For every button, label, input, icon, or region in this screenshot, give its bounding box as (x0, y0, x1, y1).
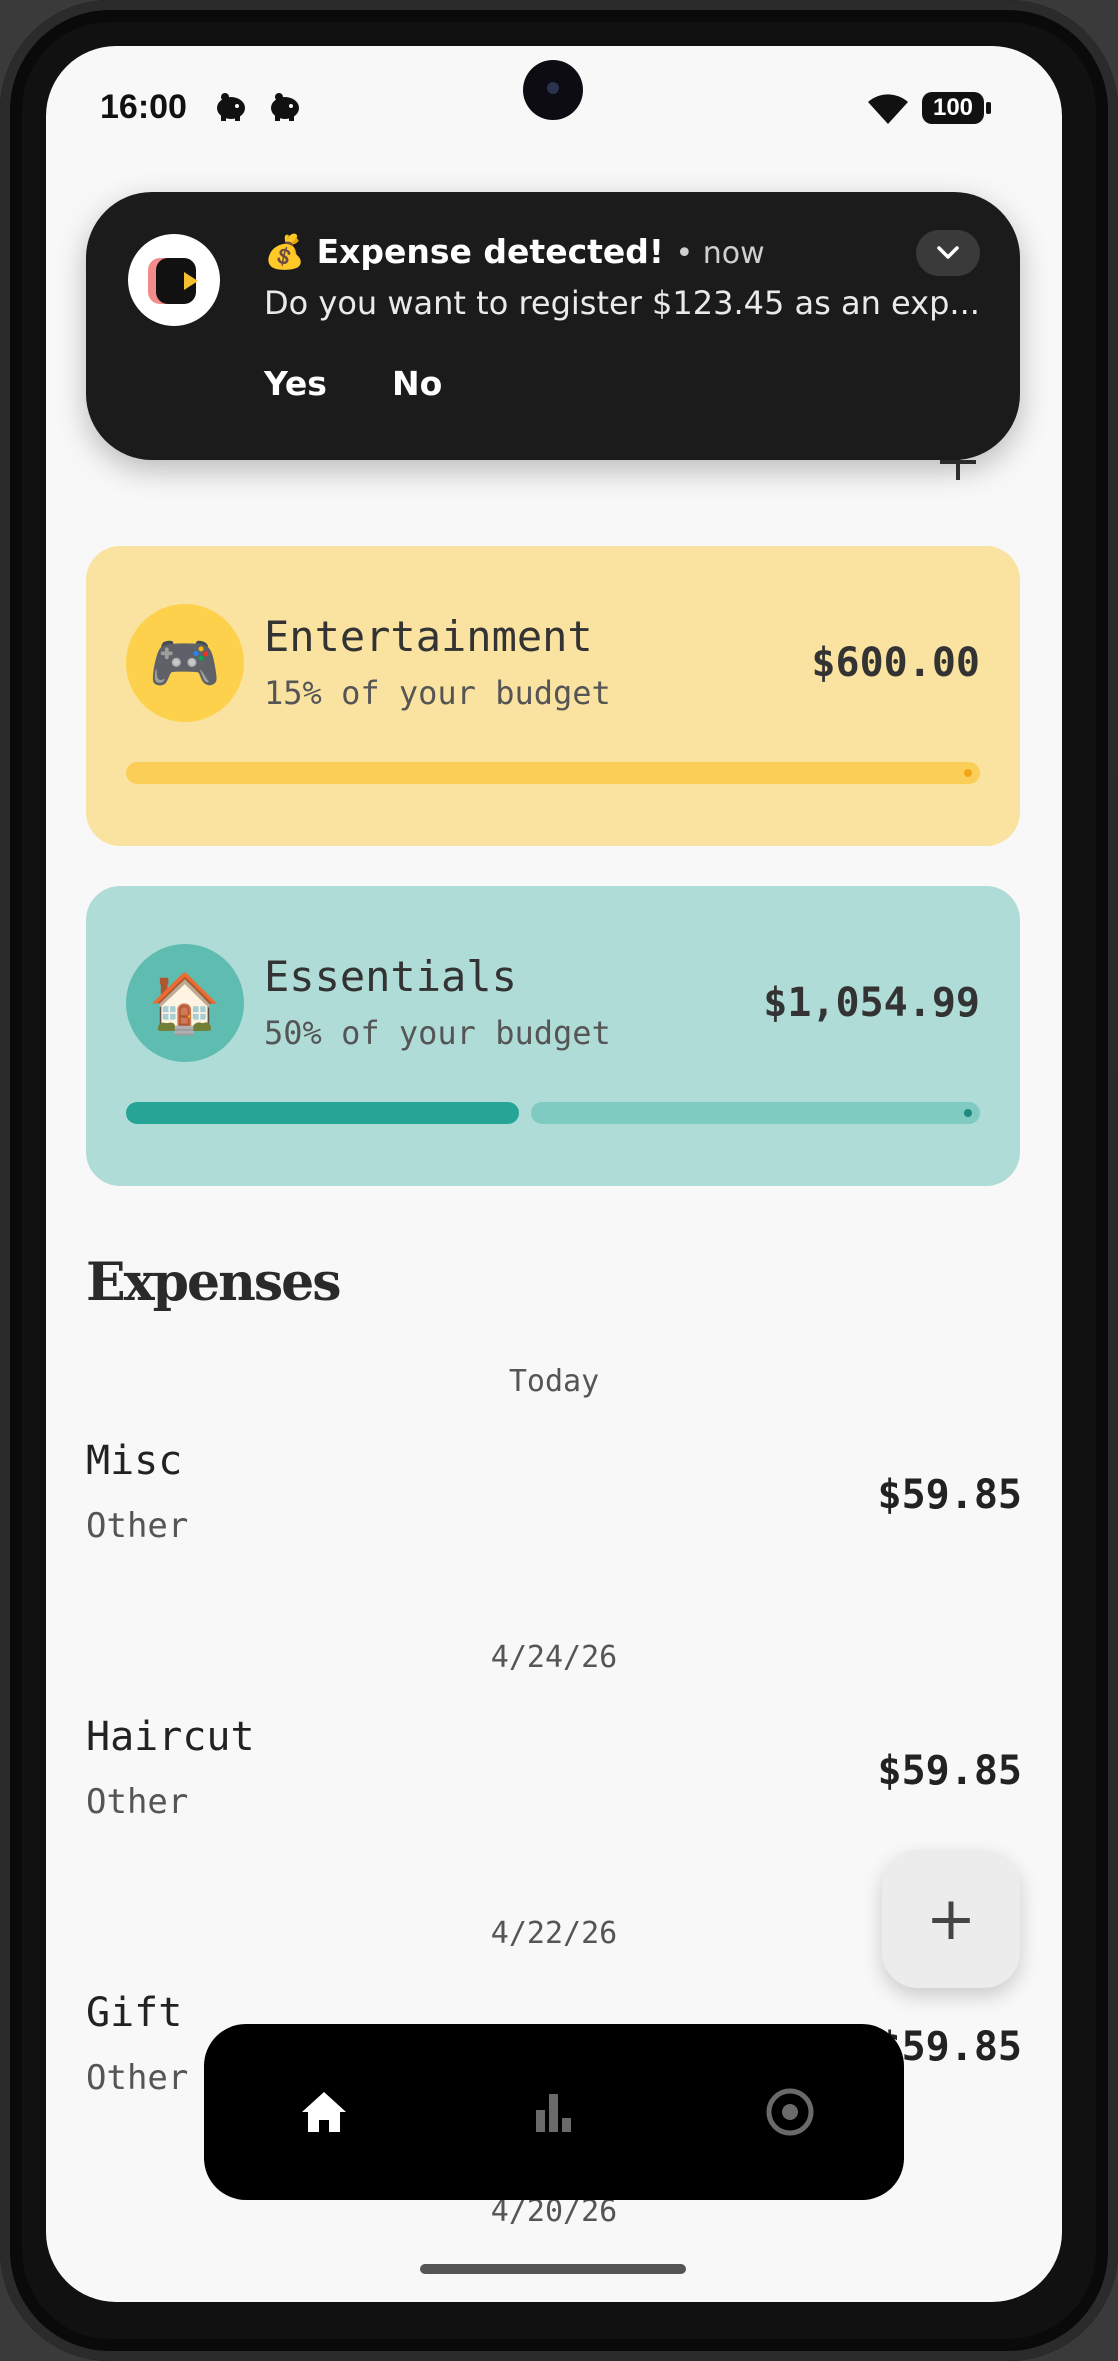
progress-end-dot (964, 769, 972, 777)
house-icon: 🏠 (126, 944, 244, 1062)
budget-name: Essentials (264, 952, 517, 1001)
wallet-logo-icon (148, 258, 198, 304)
progress-end-dot (964, 1109, 972, 1117)
date-header: 4/24/26 (490, 1640, 618, 1675)
expense-name: Gift (86, 1990, 183, 2036)
bottom-navigation (204, 2024, 904, 2200)
date-header: Today (508, 1364, 600, 1399)
budget-progress-bar (126, 762, 980, 784)
power-button (1110, 1070, 1118, 1360)
notification-yes-button[interactable]: Yes (264, 364, 327, 403)
expenses-title: Expenses (86, 1252, 342, 1313)
front-camera (523, 60, 583, 120)
notification-body: Do you want to register $123.45 as an ex… (264, 284, 980, 322)
home-gesture-bar[interactable] (420, 2264, 686, 2274)
expense-category: Other (86, 1782, 189, 1822)
nav-goals[interactable] (754, 2076, 826, 2148)
notification-title: 💰 Expense detected! • now (264, 232, 765, 272)
app-logo-icon (128, 234, 220, 326)
progress-used (126, 1102, 519, 1124)
budget-share: 50% of your budget (264, 1014, 611, 1052)
wifi-icon (868, 94, 908, 124)
budget-progress-bar (126, 1102, 980, 1124)
budget-card-entertainment[interactable]: 🎮 Entertainment 15% of your budget $600.… (86, 546, 1020, 846)
bar-chart-icon (536, 2094, 571, 2132)
expense-category: Other (86, 1506, 189, 1546)
add-expense-button[interactable]: + (882, 1850, 1020, 1988)
notification-title-text: Expense detected! (316, 232, 664, 271)
budget-amount: $600.00 (811, 640, 980, 686)
notification-expand-button[interactable] (916, 230, 980, 276)
expense-name: Misc (86, 1438, 183, 1484)
expense-category: Other (86, 2058, 189, 2098)
expense-notification[interactable]: 💰 Expense detected! • now Do you want to… (86, 192, 1020, 460)
game-controller-icon: 🎮 (126, 604, 244, 722)
status-time: 16:00 (100, 88, 187, 126)
expense-name: Haircut (86, 1714, 255, 1760)
progress-remaining (126, 762, 980, 784)
expense-amount: $59.85 (877, 1748, 1023, 1794)
battery-indicator: 100 (922, 92, 991, 124)
volume-button (1110, 770, 1118, 920)
progress-remaining (531, 1102, 980, 1124)
nav-stats[interactable] (518, 2076, 590, 2148)
plus-icon: + (925, 1884, 977, 1954)
money-bag-icon: 💰 (264, 232, 306, 271)
chevron-down-icon (937, 246, 959, 259)
app-screen: 16:00 100 🎮 Entertainment 15% of your bu… (46, 46, 1062, 2302)
budget-amount: $1,054.99 (763, 980, 980, 1026)
phone-frame: 16:00 100 🎮 Entertainment 15% of your bu… (0, 0, 1118, 2361)
status-bar: 16:00 100 (46, 46, 1062, 166)
notification-no-button[interactable]: No (392, 364, 442, 403)
budget-card-essentials[interactable]: 🏠 Essentials 50% of your budget $1,054.9… (86, 886, 1020, 1186)
home-icon (302, 2092, 346, 2132)
budget-share: 15% of your budget (264, 674, 611, 712)
piggy-bank-icon (271, 93, 299, 121)
piggy-bank-icon (217, 93, 245, 121)
target-icon (766, 2088, 814, 2136)
nav-home[interactable] (288, 2076, 360, 2148)
expense-amount: $59.85 (877, 1472, 1023, 1518)
notification-time: • now (675, 236, 765, 271)
budget-name: Entertainment (264, 612, 593, 661)
